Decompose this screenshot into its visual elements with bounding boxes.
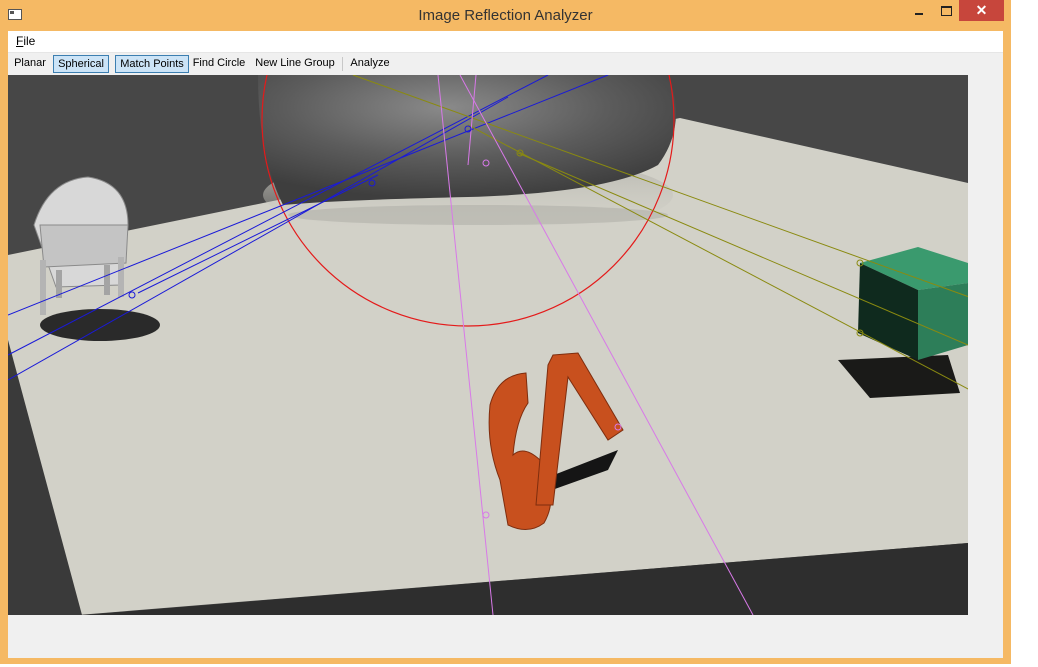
window-title: Image Reflection Analyzer <box>418 7 593 24</box>
match-points-button[interactable]: Match Points <box>115 55 189 73</box>
maximize-button[interactable] <box>933 0 960 21</box>
canvas-scroll-area[interactable] <box>968 75 1003 615</box>
sphere-contact-shadow <box>288 205 668 225</box>
title-bar[interactable]: Image Reflection Analyzer ✕ <box>0 0 1011 31</box>
new-line-group-button[interactable]: New Line Group <box>253 55 337 73</box>
close-button[interactable]: ✕ <box>959 0 1004 21</box>
client-area: File Planar Spherical Match Points Find … <box>8 31 1003 658</box>
find-circle-button[interactable]: Find Circle <box>191 55 247 73</box>
toolbar-separator <box>342 57 343 71</box>
close-icon: ✕ <box>975 2 988 18</box>
image-canvas[interactable] <box>8 75 968 615</box>
app-window: Image Reflection Analyzer ✕ File Planar … <box>0 0 1011 664</box>
menu-file-label: ile <box>23 34 36 48</box>
toolbar: Planar Spherical Match Points Find Circl… <box>8 53 1003 75</box>
minimize-button[interactable] <box>905 0 934 21</box>
menu-bar: File <box>8 31 1003 53</box>
scene-svg <box>8 75 968 615</box>
analyze-button[interactable]: Analyze <box>347 55 393 73</box>
menu-file[interactable]: File <box>16 34 35 48</box>
spherical-button[interactable]: Spherical <box>53 55 109 73</box>
planar-button[interactable]: Planar <box>10 55 50 73</box>
